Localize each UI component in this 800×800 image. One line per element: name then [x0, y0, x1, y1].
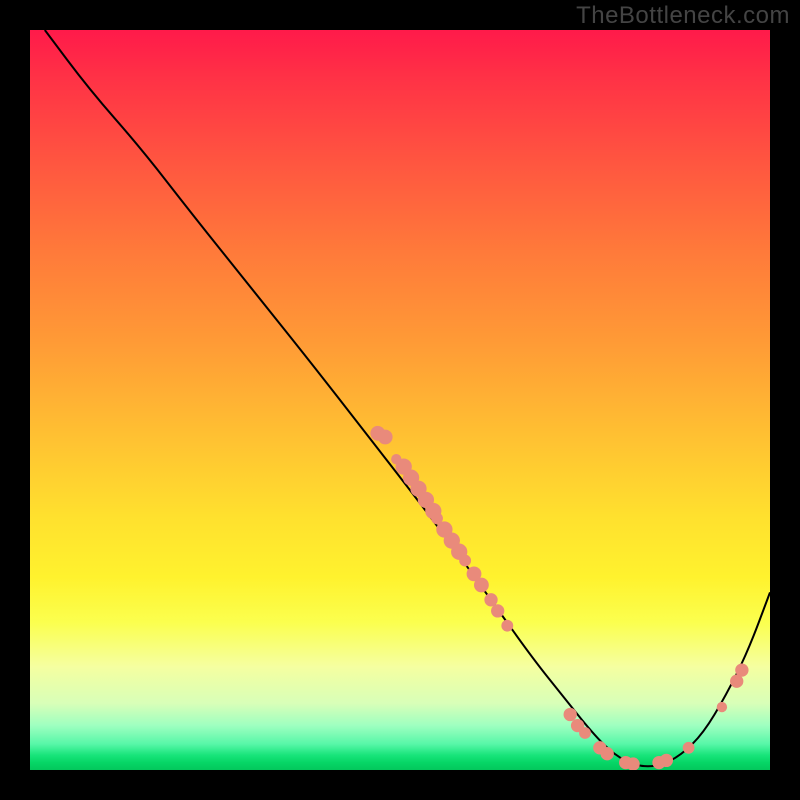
marker-dot	[501, 620, 513, 632]
marker-dot	[601, 747, 614, 760]
curve-layer	[30, 30, 770, 770]
marker-dot	[564, 708, 577, 721]
marker-dot	[484, 593, 497, 606]
marker-dot	[459, 555, 471, 567]
chart-frame: TheBottleneck.com	[0, 0, 800, 800]
marker-dot	[474, 578, 489, 593]
marker-dot	[717, 702, 727, 712]
marker-dot	[683, 742, 695, 754]
marker-dot	[579, 727, 591, 739]
plot-area	[30, 30, 770, 770]
watermark-text: TheBottleneck.com	[576, 2, 790, 30]
marker-dot	[491, 604, 504, 617]
marker-dot	[378, 430, 393, 445]
marker-dot	[660, 754, 673, 767]
bottleneck-curve	[45, 30, 770, 766]
marker-dots	[370, 426, 748, 770]
marker-dot	[735, 663, 748, 676]
